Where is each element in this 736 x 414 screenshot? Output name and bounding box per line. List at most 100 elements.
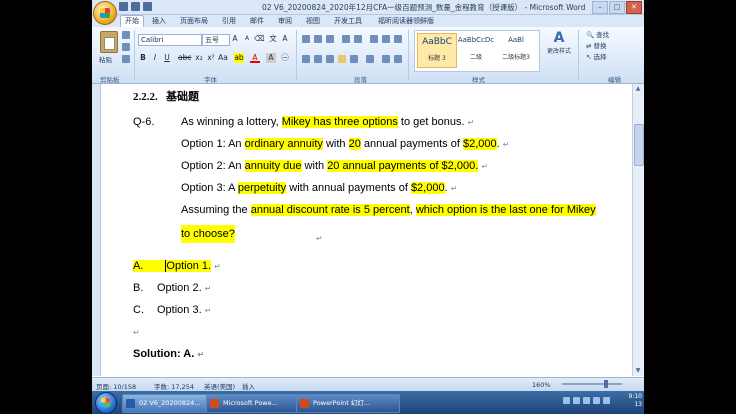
style-level2[interactable]: AaBbCcDc 二级 [457, 33, 495, 68]
vertical-scrollbar[interactable]: ▲ ▼ [632, 84, 644, 376]
zoom-slider[interactable] [562, 383, 622, 385]
office-button[interactable] [93, 1, 117, 25]
phonetic-icon[interactable]: 文 [268, 34, 278, 44]
grow-font-icon[interactable]: A [230, 34, 240, 44]
tab-developer[interactable]: 开发工具 [334, 16, 362, 26]
style-level2-heading3[interactable]: AaBl 二级标题3 [497, 33, 535, 68]
font-name-combo[interactable]: Calibri [138, 34, 202, 46]
zoom-slider-thumb[interactable] [604, 380, 608, 388]
tab-insert[interactable]: 插入 [152, 16, 166, 26]
tab-page-layout[interactable]: 页面布局 [180, 16, 208, 26]
replace-button[interactable]: ⇄ 替换 [586, 41, 609, 52]
insert-mode[interactable]: 插入 [242, 381, 255, 391]
option-3-desc: Option 3: A perpetuity with annual payme… [181, 182, 458, 194]
bold-button[interactable]: B [138, 53, 148, 63]
select-button[interactable]: ↖ 选择 [586, 52, 609, 63]
clear-format-icon[interactable]: ⌫ [254, 34, 265, 44]
option-1-desc: Option 1: An ordinary annuity with 20 an… [181, 138, 510, 150]
italic-button[interactable]: I [150, 53, 160, 63]
tray-icon[interactable] [573, 397, 580, 404]
find-button[interactable]: 🔍 查找 [586, 30, 609, 41]
char-shading-icon[interactable]: A [266, 53, 276, 63]
tab-home[interactable]: 开始 [120, 15, 144, 27]
maximize-button[interactable]: □ [609, 1, 625, 14]
save-icon[interactable] [119, 2, 128, 11]
replace-icon: ⇄ [586, 42, 592, 50]
cut-icon[interactable] [122, 31, 130, 39]
line-spacing-icon[interactable] [366, 55, 374, 63]
taskbar-item-slideshow[interactable]: PowerPoint 幻灯... [296, 394, 400, 413]
paste-icon[interactable] [100, 31, 118, 53]
language[interactable]: 英语(美国) [204, 381, 235, 391]
divider [296, 30, 297, 80]
shrink-font-icon[interactable]: A [242, 34, 252, 44]
title-bar: 02 V6_20200824_2020年12月CFA一级百题预测_数量_金程教育… [92, 0, 644, 25]
tab-foxit[interactable]: 福昕阅读器领鲜版 [378, 16, 434, 26]
redo-icon[interactable] [143, 2, 152, 11]
change-styles-button[interactable]: A 更改样式 [544, 30, 574, 55]
choice-b: B. Option 2. ↵ [133, 282, 212, 294]
increase-indent-icon[interactable] [354, 35, 362, 43]
multilevel-list-icon[interactable] [326, 35, 334, 43]
status-bar: 页面: 10/158 字数: 17,254 英语(美国) 插入 160% [92, 377, 644, 391]
start-button[interactable] [95, 392, 117, 414]
minimize-button[interactable]: – [592, 1, 608, 14]
char-border-icon[interactable]: A [280, 34, 290, 44]
scroll-thumb[interactable] [634, 124, 644, 166]
style-heading3[interactable]: AaBbC 标题 3 [417, 33, 457, 68]
strikethrough-button[interactable]: abc [178, 53, 191, 63]
align-center-icon[interactable] [314, 55, 322, 63]
taskbar-item-powerpoint[interactable]: Microsoft Powe... [206, 394, 310, 413]
tab-references[interactable]: 引用 [222, 16, 236, 26]
undo-icon[interactable] [131, 2, 140, 11]
tab-review[interactable]: 审阅 [278, 16, 292, 26]
change-case-button[interactable]: Aa [218, 53, 228, 63]
sort-icon[interactable] [382, 35, 390, 43]
clock[interactable]: 9:10 13 [629, 393, 642, 409]
copy-icon[interactable] [122, 43, 130, 51]
zoom-level[interactable]: 160% [532, 381, 551, 389]
find-icon: 🔍 [586, 31, 595, 39]
ribbon-tabs: 开始 插入 页面布局 引用 邮件 审阅 视图 开发工具 福昕阅读器领鲜版 [92, 15, 644, 27]
enclose-char-icon[interactable]: ㊀ [280, 53, 290, 63]
underline-button[interactable]: U [162, 53, 172, 63]
network-icon[interactable] [593, 397, 600, 404]
decrease-indent-icon[interactable] [342, 35, 350, 43]
close-button[interactable]: ✕ [626, 1, 642, 14]
tray-icon[interactable] [563, 397, 570, 404]
highlight-color-icon[interactable]: ab [234, 53, 244, 63]
scroll-down-icon[interactable]: ▼ [634, 367, 642, 375]
align-left-icon[interactable] [302, 55, 310, 63]
format-painter-icon[interactable] [122, 55, 130, 63]
superscript-button[interactable]: x² [206, 53, 216, 63]
borders-icon[interactable] [394, 55, 402, 63]
shading-icon[interactable] [382, 55, 390, 63]
font-color-icon[interactable]: A [250, 53, 260, 63]
tray-icon[interactable] [583, 397, 590, 404]
chinese-layout-icon[interactable] [370, 35, 378, 43]
distribute-icon[interactable] [350, 55, 358, 63]
align-right-icon[interactable] [326, 55, 334, 63]
justify-icon[interactable] [338, 55, 346, 63]
question-ask: Assuming the annual discount rate is 5 p… [181, 204, 596, 216]
word-window: 02 V6_20200824_2020年12月CFA一级百题预测_数量_金程教育… [92, 0, 644, 414]
vertical-ruler [92, 84, 101, 376]
slideshow-icon [300, 399, 309, 408]
tab-mailings[interactable]: 邮件 [250, 16, 264, 26]
subscript-button[interactable]: x₂ [194, 53, 204, 63]
font-size-combo[interactable]: 五号 [202, 34, 230, 46]
group-font: 字体 [204, 76, 217, 84]
numbering-icon[interactable] [314, 35, 322, 43]
word-count[interactable]: 字数: 17,254 [154, 381, 194, 391]
taskbar: 02 V6_20200824... Microsoft Powe... Powe… [92, 391, 644, 414]
scroll-up-icon[interactable]: ▲ [634, 85, 642, 93]
quick-access-toolbar [119, 2, 152, 11]
tab-view[interactable]: 视图 [306, 16, 320, 26]
bullets-icon[interactable] [302, 35, 310, 43]
page-count[interactable]: 页面: 10/158 [96, 381, 136, 391]
window-title: 02 V6_20200824_2020年12月CFA一级百题预测_数量_金程教育… [262, 3, 586, 12]
volume-icon[interactable] [603, 397, 610, 404]
document-page[interactable]: 2.2.2. 基础题 Q-6. As winning a lottery, Mi… [101, 84, 632, 376]
powerpoint-icon [210, 399, 219, 408]
show-marks-icon[interactable] [394, 35, 402, 43]
